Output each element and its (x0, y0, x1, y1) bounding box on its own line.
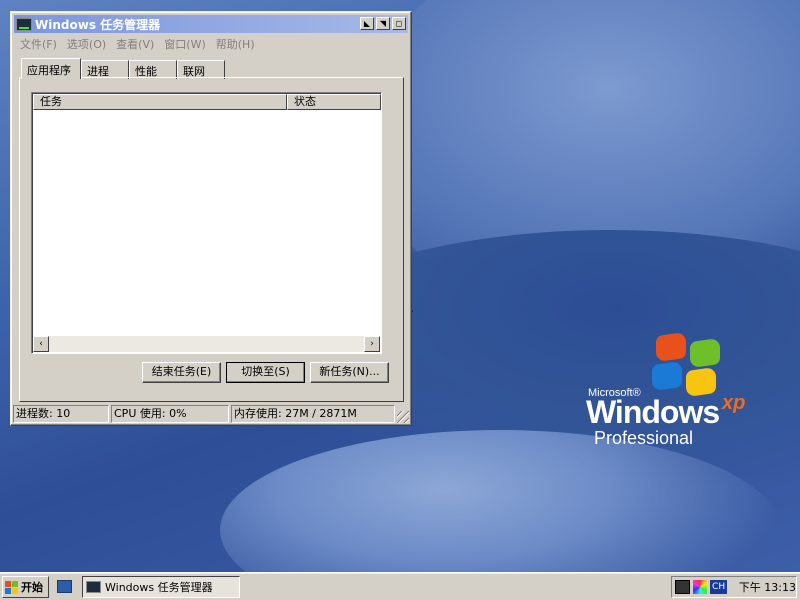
menu-file[interactable]: 文件(F) (15, 34, 62, 52)
windows-flag-icon (652, 331, 724, 398)
status-bar: 进程数: 10 CPU 使用: 0% 内存使用: 27M / 2871M (13, 405, 409, 423)
task-manager-icon (86, 581, 101, 593)
horizontal-scrollbar[interactable]: ‹ › (33, 336, 380, 352)
system-tray: CH 下午 13:13 (671, 576, 797, 598)
taskbar: 开始 Windows 任务管理器 CH 下午 13:13 (0, 572, 800, 600)
monitor-icon[interactable] (675, 580, 690, 594)
new-task-button[interactable]: 新任务(N)... (310, 362, 389, 383)
logo-windows: Windows (586, 394, 720, 430)
input-language-indicator[interactable]: CH (710, 580, 727, 594)
taskbar-button-label: Windows 任务管理器 (105, 581, 213, 594)
status-memory-usage: 内存使用: 27M / 2871M (231, 405, 395, 423)
taskbar-button-task-manager[interactable]: Windows 任务管理器 (82, 576, 240, 598)
window-title: Windows 任务管理器 (35, 17, 161, 32)
end-task-button[interactable]: 结束任务(E) (142, 362, 221, 383)
list-header: 任务 状态 (33, 94, 381, 110)
start-label: 开始 (21, 581, 43, 594)
title-bar[interactable]: Windows 任务管理器 ◣ ◥ ◻ (14, 15, 408, 33)
column-header-task[interactable]: 任务 (33, 94, 287, 110)
minimize-button[interactable]: ◣ (360, 17, 374, 30)
status-cpu-usage: CPU 使用: 0% (111, 405, 229, 423)
status-process-count: 进程数: 10 (13, 405, 109, 423)
scroll-track[interactable] (49, 336, 364, 352)
windows-xp-logo: Microsoft® Windows xp Professional (586, 331, 766, 452)
task-manager-window[interactable]: Windows 任务管理器 ◣ ◥ ◻ 文件(F) 选项(O) 查看(V) 窗口… (10, 11, 412, 426)
menu-help[interactable]: 帮助(H) (211, 34, 260, 52)
tab-applications[interactable]: 应用程序 (21, 58, 81, 79)
scroll-right-button[interactable]: › (364, 336, 380, 352)
show-desktop-icon[interactable] (57, 580, 72, 593)
task-manager-icon (16, 17, 32, 31)
menu-windows[interactable]: 窗口(W) (159, 34, 210, 52)
menu-bar: 文件(F) 选项(O) 查看(V) 窗口(W) 帮助(H) (15, 34, 260, 52)
clock[interactable]: 下午 13:13 (739, 579, 796, 595)
color-palette-icon[interactable] (692, 580, 708, 594)
logo-edition: Professional (594, 428, 694, 448)
restore-button[interactable]: ◻ (392, 17, 406, 30)
maximize-button[interactable]: ◥ (376, 17, 390, 30)
menu-options[interactable]: 选项(O) (62, 34, 111, 52)
scroll-left-button[interactable]: ‹ (33, 336, 49, 352)
tab-strip: 应用程序 进程 性能 联网 (21, 58, 225, 79)
windows-flag-icon (5, 580, 19, 594)
switch-to-button[interactable]: 切换至(S) (226, 362, 305, 383)
resize-grip-icon[interactable] (397, 411, 409, 423)
start-button[interactable]: 开始 (2, 576, 49, 598)
task-list[interactable]: 任务 状态 ‹ › (31, 92, 382, 354)
menu-view[interactable]: 查看(V) (111, 34, 159, 52)
logo-xp: xp (722, 392, 746, 414)
column-header-status[interactable]: 状态 (287, 94, 381, 110)
